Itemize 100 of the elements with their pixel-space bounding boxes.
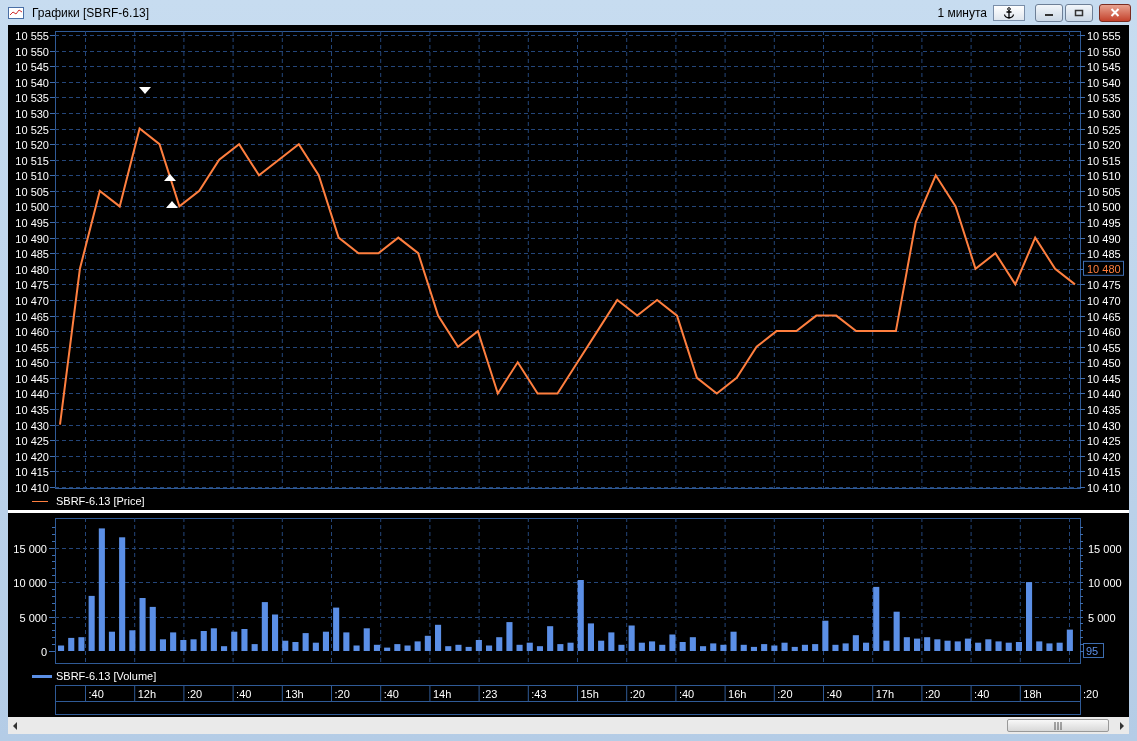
- maximize-icon: [1074, 8, 1084, 17]
- volume-bar: [659, 644, 666, 651]
- minimize-button[interactable]: [1035, 3, 1063, 22]
- volume-bar: [241, 629, 248, 651]
- volume-bar: [58, 645, 65, 651]
- close-button[interactable]: [1099, 3, 1131, 22]
- axis-label: 10 500: [1087, 200, 1121, 213]
- volume-bar: [914, 638, 921, 651]
- axis-label: 10 490: [1087, 232, 1121, 245]
- volume-bar: [475, 640, 482, 651]
- axis-label: 5 000: [1088, 611, 1116, 624]
- maximize-button[interactable]: [1065, 3, 1093, 22]
- legend-line: [32, 675, 52, 678]
- axis-label: 10 505: [15, 185, 49, 198]
- volume-bar: [832, 644, 839, 651]
- axis-label: 10 520: [15, 138, 49, 151]
- axis-label: 10 425: [1087, 434, 1121, 447]
- volume-bar: [903, 637, 910, 651]
- axis-label: :40: [88, 687, 104, 700]
- axis-label: 10 550: [15, 45, 49, 58]
- volume-bar: [842, 643, 849, 651]
- axis-label: 10 470: [1087, 294, 1121, 307]
- chart-window-icon: [8, 6, 24, 19]
- axis-label: 17h: [875, 687, 895, 700]
- axis-label: 10 545: [15, 60, 49, 73]
- volume-bar: [373, 644, 380, 651]
- axis-label: 10 430: [1087, 419, 1121, 432]
- axis-label: 10 450: [15, 356, 49, 369]
- volume-bar: [628, 625, 635, 651]
- volume-bar: [995, 641, 1002, 651]
- axis-label: 10 535: [15, 91, 49, 104]
- volume-bar: [343, 632, 350, 651]
- axis-label: :40: [826, 687, 842, 700]
- axis-label: 10 410: [15, 481, 49, 494]
- axis-label: 10 440: [15, 387, 49, 400]
- axis-label: 10 490: [15, 232, 49, 245]
- axis-label: 10 000: [13, 576, 47, 589]
- axis-label: :20: [334, 687, 350, 700]
- anchor-button[interactable]: [993, 4, 1025, 21]
- axis-label: 10 475: [1087, 278, 1121, 291]
- volume-bar: [384, 647, 391, 651]
- axis-label: 14h: [432, 687, 452, 700]
- volume-bar: [1046, 643, 1053, 651]
- volume-bar: [812, 644, 819, 651]
- axis-label: :40: [383, 687, 399, 700]
- volume-bar: [200, 631, 207, 651]
- volume-bar: [975, 642, 982, 651]
- volume-bar: [689, 637, 696, 651]
- volume-bar: [761, 644, 768, 651]
- volume-bar: [720, 644, 727, 651]
- volume-bar: [261, 602, 268, 651]
- axis-label: 16h: [728, 687, 747, 700]
- volume-bar: [526, 642, 533, 651]
- current-price-label: 10 480: [1083, 260, 1124, 276]
- axis-label: 5 000: [19, 611, 47, 624]
- volume-bar: [170, 632, 177, 651]
- volume-bar: [302, 633, 309, 651]
- axis-label: 10 415: [15, 465, 49, 478]
- volume-bar: [435, 624, 442, 651]
- horizontal-scrollbar[interactable]: [8, 717, 1129, 734]
- volume-bar: [180, 640, 187, 651]
- axis-label: 10 515: [15, 154, 49, 167]
- down-triangle-icon: [139, 87, 151, 94]
- volume-bar: [608, 632, 615, 651]
- axis-label: 10 525: [1087, 123, 1121, 136]
- volume-bar: [88, 595, 95, 651]
- volume-bar: [893, 611, 900, 651]
- volume-bar: [394, 644, 401, 651]
- up-triangle-icon: [166, 201, 178, 208]
- volume-bar: [638, 642, 645, 651]
- volume-bar: [149, 606, 156, 651]
- volume-bar: [1056, 642, 1063, 651]
- volume-bar: [1036, 641, 1043, 651]
- volume-bar: [424, 635, 431, 651]
- volume-bar: [465, 646, 472, 651]
- volume-bar: [108, 631, 115, 651]
- axis-label: 10 420: [1087, 450, 1121, 463]
- scrollbar-thumb[interactable]: [1007, 719, 1109, 732]
- volume-bar: [363, 628, 370, 651]
- volume-bar: [506, 622, 513, 651]
- axis-label: 15h: [580, 687, 599, 700]
- volume-bar: [190, 639, 197, 651]
- axis-label: 10 465: [1087, 310, 1121, 323]
- volume-bar: [771, 645, 778, 651]
- axis-label: 10 455: [1087, 341, 1121, 354]
- axis-label: 10 540: [1087, 76, 1121, 89]
- volume-bar: [129, 630, 136, 651]
- axis-label: :40: [974, 687, 990, 700]
- volume-bar: [934, 639, 941, 651]
- volume-bar: [353, 645, 360, 651]
- volume-bar: [516, 644, 523, 651]
- volume-bar: [282, 640, 289, 651]
- axis-label: 10 430: [15, 419, 49, 432]
- axis-label: 10 555: [1087, 29, 1121, 42]
- current-volume-label: 95: [1083, 643, 1104, 658]
- anchor-icon: [1003, 6, 1015, 19]
- axis-label: 10 440: [1087, 387, 1121, 400]
- axis-label: 10 485: [1087, 247, 1121, 260]
- volume-bar: [944, 640, 951, 651]
- close-icon: [1110, 8, 1120, 17]
